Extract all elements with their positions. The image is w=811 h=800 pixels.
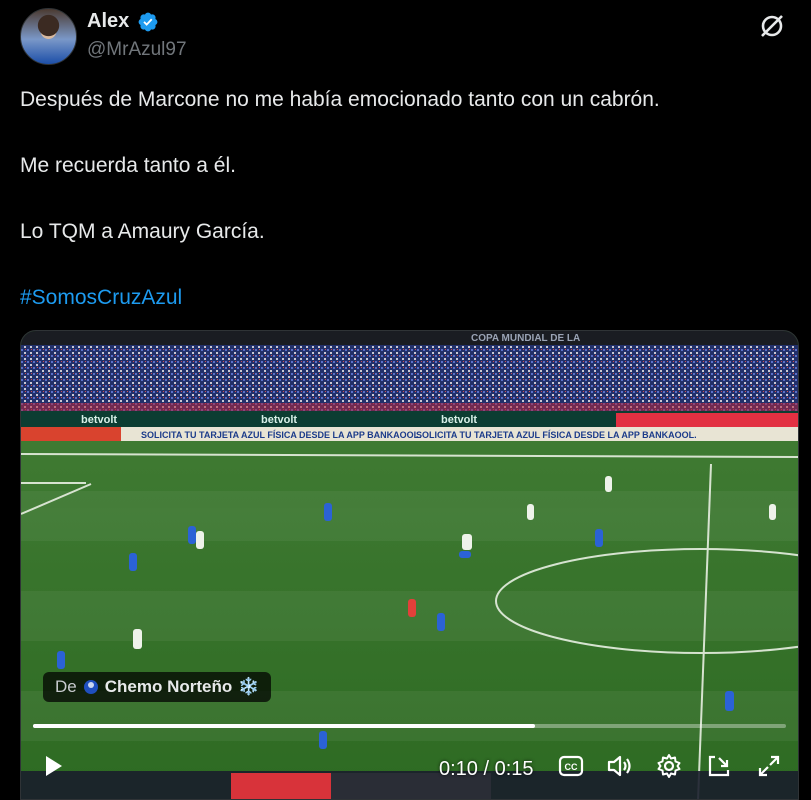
picture-in-picture-icon[interactable]	[705, 752, 733, 780]
video-frame: COPA MUNDIAL DE LA betvolt betvolt betvo…	[21, 331, 798, 799]
attribution-prefix: De	[55, 677, 77, 696]
captions-icon[interactable]: CC	[557, 752, 585, 780]
board-text-1: betvolt	[81, 414, 117, 426]
snowflake-icon: ❄️	[238, 677, 260, 696]
avatar[interactable]	[20, 8, 77, 65]
video-progress-bar[interactable]	[33, 724, 786, 728]
author-handle[interactable]: @MrAzul97	[87, 39, 187, 61]
svg-text:CC: CC	[565, 762, 578, 772]
video-player[interactable]: COPA MUNDIAL DE LA betvolt betvolt betvo…	[20, 330, 799, 800]
video-progress-fill	[33, 724, 536, 728]
settings-gear-icon[interactable]	[655, 752, 683, 780]
grok-icon[interactable]	[756, 10, 788, 42]
tweet-text-line-2: Me recuerda tanto a él.	[20, 154, 236, 177]
fullscreen-icon[interactable]	[755, 752, 783, 780]
tweet-text-line-1: Después de Marcone no me había emocionad…	[20, 88, 660, 111]
volume-icon[interactable]	[605, 752, 633, 780]
video-time: 0:10 / 0:15	[439, 758, 534, 781]
board-text-2: betvolt	[261, 414, 297, 426]
hashtag-link[interactable]: #SomosCruzAzul	[20, 286, 182, 310]
current-time: 0:10	[439, 758, 478, 780]
author-name[interactable]: Alex	[87, 10, 129, 33]
banner-top-text: COPA MUNDIAL DE LA	[471, 333, 580, 344]
verified-badge-icon	[138, 12, 158, 32]
banner-ad-text-1: SOLICITA TU TARJETA AZUL FÍSICA DESDE LA…	[141, 430, 422, 440]
duration: 0:15	[494, 758, 534, 780]
video-attribution[interactable]: De Chemo Norteño ❄️	[43, 672, 272, 702]
attribution-avatar-icon	[83, 680, 98, 694]
time-separator: /	[477, 758, 495, 780]
tweet-text-line-3: Lo TQM a Amaury García.	[20, 220, 265, 243]
play-icon[interactable]	[39, 752, 67, 780]
tweet-header: Alex @MrAzul97	[20, 8, 800, 68]
attribution-name: Chemo Norteño	[104, 677, 233, 696]
board-text-3: betvolt	[441, 414, 477, 426]
video-controls: 0:10 / 0:15 CC	[21, 736, 798, 796]
banner-ad-text-2: SOLICITA TU TARJETA AZUL FÍSICA DESDE LA…	[416, 430, 697, 440]
